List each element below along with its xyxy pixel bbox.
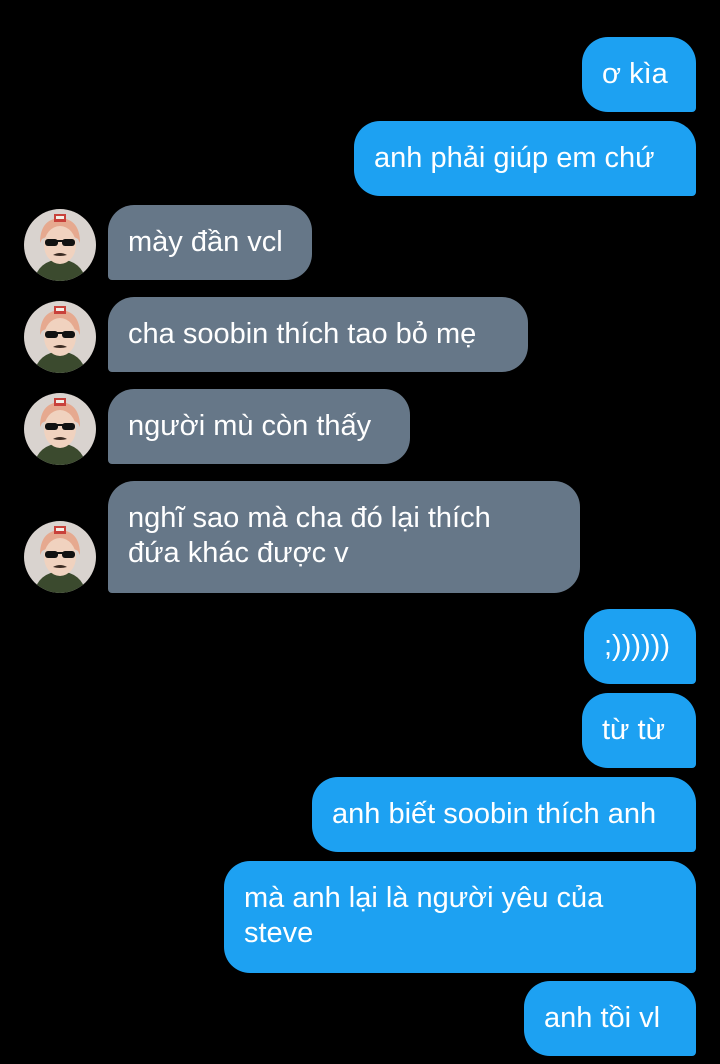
chat-thread[interactable]: ơ kìa anh phải giúp em chứ mày đần vcl c… bbox=[0, 0, 720, 1064]
outgoing-message[interactable]: anh phải giúp em chứ bbox=[354, 121, 696, 196]
incoming-message[interactable]: mày đần vcl bbox=[108, 205, 312, 280]
user-avatar[interactable] bbox=[24, 521, 96, 593]
avatar-image bbox=[24, 521, 96, 593]
avatar-image bbox=[24, 301, 96, 373]
incoming-message[interactable]: người mù còn thấy bbox=[108, 389, 410, 464]
outgoing-message[interactable]: ;)))))) bbox=[584, 609, 696, 684]
avatar-image bbox=[24, 209, 96, 281]
avatar-image bbox=[24, 393, 96, 465]
outgoing-message[interactable]: ơ kìa bbox=[582, 37, 696, 112]
incoming-message[interactable]: nghĩ sao mà cha đó lại thích đứa khác đư… bbox=[108, 481, 580, 593]
outgoing-message[interactable]: mà anh lại là người yêu của steve bbox=[224, 861, 696, 973]
user-avatar[interactable] bbox=[24, 209, 96, 281]
incoming-message[interactable]: cha soobin thích tao bỏ mẹ bbox=[108, 297, 528, 372]
user-avatar[interactable] bbox=[24, 301, 96, 373]
outgoing-message[interactable]: anh biết soobin thích anh bbox=[312, 777, 696, 852]
user-avatar[interactable] bbox=[24, 393, 96, 465]
outgoing-message[interactable]: anh tồi vl bbox=[524, 981, 696, 1056]
outgoing-message[interactable]: từ từ bbox=[582, 693, 696, 768]
